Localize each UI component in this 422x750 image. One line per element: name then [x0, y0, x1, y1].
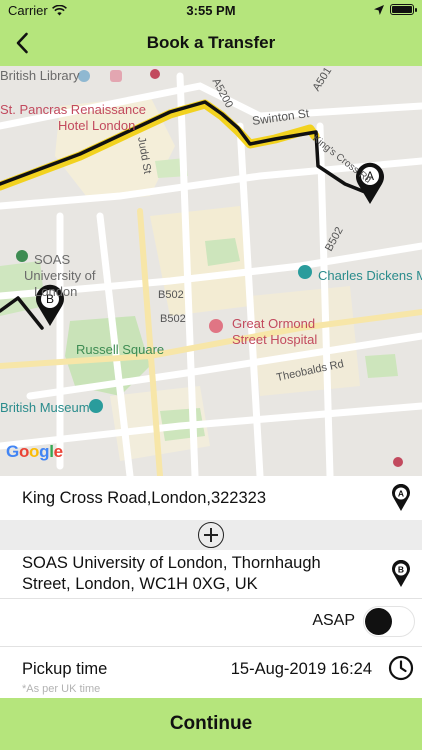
asap-toggle[interactable] — [363, 606, 415, 637]
battery-icon — [390, 4, 417, 15]
map-label-great-ormond-1: Great Ormond — [232, 316, 316, 331]
map-label-b502-b: B502 — [158, 289, 184, 301]
pin-a-icon: A — [392, 484, 410, 511]
divider — [0, 598, 422, 599]
pin-a-letter: A — [398, 489, 404, 499]
header: Carrier 3:55 PM Book a Transfer — [0, 0, 422, 66]
status-bar: Carrier 3:55 PM — [0, 0, 422, 22]
map-label-charles-dickens: Charles Dickens M — [318, 268, 422, 283]
add-stop-button[interactable] — [198, 522, 224, 548]
map-label-st-pancras: St. Pancras Renaissance — [0, 102, 146, 117]
page-title: Book a Transfer — [146, 33, 276, 52]
location-arrow-icon — [374, 4, 384, 15]
continue-button[interactable]: Continue — [0, 698, 422, 750]
pickup-time-note: *As per UK time — [22, 683, 101, 695]
add-stop-row — [0, 520, 422, 550]
clock-icon[interactable] — [388, 655, 414, 681]
route-map[interactable]: A B British Library St. Pancras Renaissa… — [0, 66, 422, 476]
map-label-hotel-london: Hotel London — [58, 118, 136, 133]
map-label-soas-3: London — [34, 284, 78, 299]
map-label-british-museum: British Museum — [0, 400, 90, 415]
divider — [0, 646, 422, 647]
map-label-b502-c: B502 — [160, 313, 186, 325]
asap-label: ASAP — [312, 612, 355, 629]
pickup-address: King Cross Road,London,322323 — [22, 489, 267, 507]
map-label-soas-2: University of — [24, 268, 96, 283]
status-right — [374, 4, 417, 15]
map-label-british-library: British Library — [0, 68, 80, 83]
map-label-great-ormond-2: Street Hospital — [232, 332, 318, 347]
pin-b-icon: B — [392, 560, 410, 587]
dropoff-address-line2: Street, London, WC1H 0XG, UK — [22, 575, 258, 593]
pickup-time-label: Pickup time — [22, 660, 108, 678]
asap-toggle-knob — [365, 608, 392, 635]
map-label-russell-square: Russell Square — [76, 342, 165, 357]
pickup-location-row[interactable]: King Cross Road,London,322323 A — [0, 476, 422, 520]
dropoff-address-line1: SOAS University of London, Thornhaugh — [22, 554, 321, 572]
google-logo: Google — [6, 442, 63, 461]
dropoff-location-row[interactable]: SOAS University of London, Thornhaugh St… — [0, 550, 422, 598]
pin-b-letter: B — [398, 565, 404, 575]
status-time: 3:55 PM — [186, 3, 236, 18]
battery-fill — [392, 6, 412, 13]
map-label-soas-1: SOAS — [34, 252, 71, 267]
pickup-time-value[interactable]: 15-Aug-2019 16:24 — [231, 660, 372, 679]
